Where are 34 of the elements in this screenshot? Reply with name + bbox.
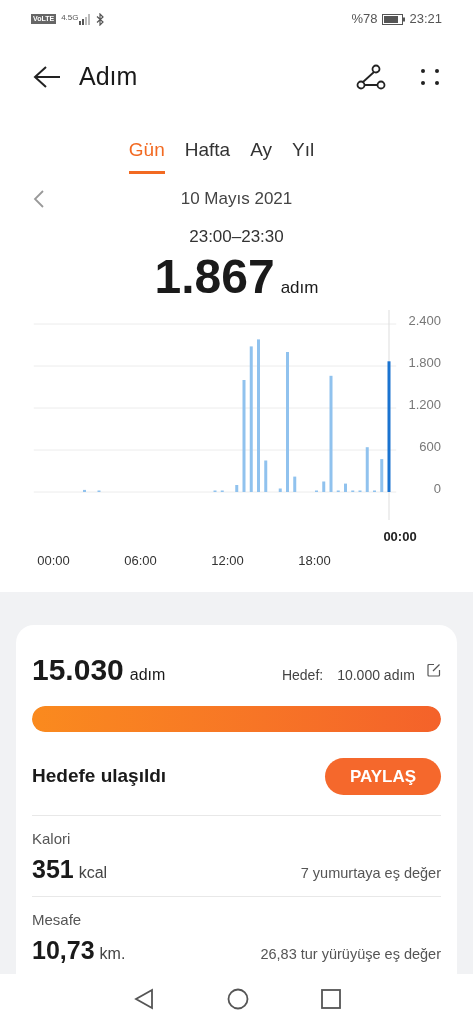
- battery-percent: %78: [351, 10, 378, 29]
- stat-label: Kalori: [32, 829, 72, 849]
- stat-label: Mesafe: [32, 910, 83, 930]
- goal-label: Hedef:: [281, 666, 324, 685]
- network-type: 4.5G: [61, 12, 79, 24]
- y-axis-label: 600: [419, 438, 441, 454]
- y-axis-label: 1.200: [408, 396, 441, 412]
- clock: 23:21: [409, 10, 442, 29]
- period-tab[interactable]: Yıl: [292, 136, 315, 174]
- stat-value: 10,73: [32, 934, 95, 966]
- page-title: Adım: [79, 61, 138, 93]
- stat-unit: km.: [99, 943, 126, 964]
- y-axis-label: 0: [433, 480, 441, 496]
- period-tab[interactable]: Hafta: [184, 136, 231, 174]
- total-steps: 15.030: [32, 647, 124, 692]
- stat-comparison: 7 yumurtaya eş değer: [300, 863, 441, 883]
- total-steps-unit: adım: [129, 665, 166, 685]
- y-axis-label: 1.800: [408, 354, 441, 370]
- cursor-time-label: 00:00: [383, 528, 417, 544]
- step-unit: adım: [280, 276, 319, 299]
- date-label: 10 Mayıs 2021: [180, 188, 293, 211]
- y-axis-label: 2.400: [408, 312, 441, 328]
- x-axis-label: 18:00: [298, 552, 331, 568]
- stat-unit: kcal: [78, 862, 108, 883]
- time-range: 23:00–23:30: [189, 226, 284, 248]
- period-tab[interactable]: Ay: [250, 136, 272, 174]
- stat-value: 351: [32, 853, 74, 885]
- x-axis-label: 00:00: [37, 552, 70, 568]
- step-count: 1.867: [154, 249, 275, 304]
- goal-reached-message: Hedefe ulaşıldı: [32, 764, 167, 789]
- stat-comparison: 26,83 tur yürüyüşe eş değer: [260, 944, 441, 964]
- goal-value: 10.000 adım: [337, 666, 415, 685]
- x-axis-label: 06:00: [124, 552, 157, 568]
- x-axis-label: 12:00: [211, 552, 244, 568]
